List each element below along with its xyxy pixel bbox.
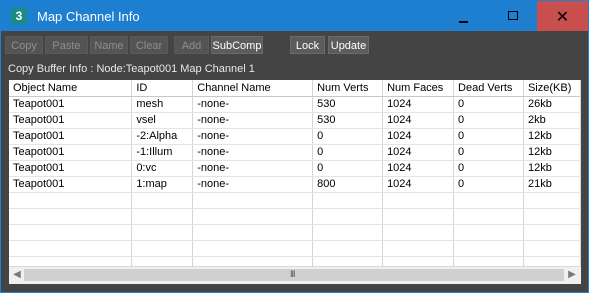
- cell: -1:Illum: [131, 144, 194, 161]
- empty-row: [9, 224, 581, 241]
- cell: Teapot001: [9, 144, 133, 161]
- scroll-thumb[interactable]: III: [24, 269, 564, 281]
- scroll-right-icon[interactable]: ▶: [566, 269, 578, 280]
- table-row[interactable]: Teapot001 0:vc -none- 0 1024 0 12kb: [9, 160, 581, 177]
- cell: 0: [312, 128, 384, 145]
- table-row[interactable]: Teapot001 mesh -none- 530 1024 0 26kb: [9, 96, 581, 113]
- cell: 21kb: [523, 176, 581, 193]
- cell: 12kb: [523, 144, 581, 161]
- cell: 12kb: [523, 160, 581, 177]
- cell: -2:Alpha: [131, 128, 194, 145]
- cell: 0: [453, 112, 524, 129]
- name-button[interactable]: Name: [90, 36, 128, 54]
- horizontal-scrollbar[interactable]: ◀ III ▶: [9, 266, 581, 284]
- cell: -none-: [192, 112, 314, 129]
- cell: 1024: [382, 160, 455, 177]
- cell: 0: [453, 176, 524, 193]
- cell: 0:vc: [131, 160, 194, 177]
- cell: 26kb: [523, 96, 581, 113]
- cell: Teapot001: [9, 176, 133, 193]
- column-header[interactable]: Object Name: [9, 80, 133, 97]
- column-header[interactable]: ID: [131, 80, 194, 97]
- add-button[interactable]: Add: [174, 36, 209, 54]
- cell: mesh: [131, 96, 194, 113]
- cell: Teapot001: [9, 128, 133, 145]
- cell: Teapot001: [9, 160, 133, 177]
- table-header-row: Object Name ID Channel Name Num Verts Nu…: [9, 80, 581, 97]
- cell: 1024: [382, 96, 455, 113]
- cell: 12kb: [523, 128, 581, 145]
- cell: 1024: [382, 144, 455, 161]
- cell: 1024: [382, 112, 455, 129]
- cell: -none-: [192, 128, 314, 145]
- app-icon: 3: [11, 8, 27, 24]
- maximize-icon: [508, 11, 518, 20]
- empty-row: [9, 240, 581, 257]
- cell: -none-: [192, 176, 314, 193]
- clear-button[interactable]: Clear: [130, 36, 168, 54]
- window-title: Map Channel Info: [37, 9, 140, 24]
- cell: 1:map: [131, 176, 194, 193]
- copy-button[interactable]: Copy: [5, 36, 43, 54]
- cell: 1024: [382, 176, 455, 193]
- cell: 530: [312, 96, 384, 113]
- cell: 0: [453, 96, 524, 113]
- column-header[interactable]: Dead Verts: [453, 80, 524, 97]
- close-button[interactable]: ✕: [537, 1, 588, 31]
- cell: 0: [453, 160, 524, 177]
- update-button[interactable]: Update: [328, 36, 369, 54]
- cell: Teapot001: [9, 96, 133, 113]
- close-icon: ✕: [555, 9, 570, 26]
- cell: 800: [312, 176, 384, 193]
- copy-buffer-info: Copy Buffer Info : Node:Teapot001 Map Ch…: [8, 63, 255, 75]
- empty-row: [9, 192, 581, 209]
- table-row[interactable]: Teapot001 vsel -none- 530 1024 0 2kb: [9, 112, 581, 129]
- cell: -none-: [192, 96, 314, 113]
- cell: Teapot001: [9, 112, 133, 129]
- cell: 0: [453, 144, 524, 161]
- column-header[interactable]: Num Faces: [382, 80, 455, 97]
- table-row[interactable]: Teapot001 1:map -none- 800 1024 0 21kb: [9, 176, 581, 193]
- title-bar[interactable]: 3 Map Channel Info ✕: [1, 1, 588, 31]
- column-header[interactable]: Num Verts: [312, 80, 384, 97]
- cell: vsel: [131, 112, 194, 129]
- scroll-left-icon[interactable]: ◀: [11, 269, 23, 280]
- column-header[interactable]: Size(KB): [523, 80, 581, 97]
- minimize-button[interactable]: [441, 1, 487, 31]
- cell: 0: [453, 128, 524, 145]
- empty-row: [9, 208, 581, 225]
- maximize-button[interactable]: [490, 1, 536, 31]
- channel-table[interactable]: Object Name ID Channel Name Num Verts Nu…: [9, 80, 581, 284]
- column-header[interactable]: Channel Name: [192, 80, 314, 97]
- lock-button[interactable]: Lock: [290, 36, 325, 54]
- cell: 2kb: [523, 112, 581, 129]
- app-icon-glyph: 3: [15, 9, 23, 23]
- cell: 530: [312, 112, 384, 129]
- toolbar: Copy Paste Name Clear Add SubComp Lock U…: [1, 31, 588, 61]
- table-row[interactable]: Teapot001 -1:Illum -none- 0 1024 0 12kb: [9, 144, 581, 161]
- minimize-icon: [459, 21, 468, 23]
- cell: -none-: [192, 160, 314, 177]
- cell: 0: [312, 160, 384, 177]
- table-row[interactable]: Teapot001 -2:Alpha -none- 0 1024 0 12kb: [9, 128, 581, 145]
- cell: -none-: [192, 144, 314, 161]
- grip-icon: III: [290, 269, 295, 279]
- cell: 1024: [382, 128, 455, 145]
- paste-button[interactable]: Paste: [45, 36, 88, 54]
- cell: 0: [312, 144, 384, 161]
- map-channel-info-window: 3 Map Channel Info ✕ Copy Paste Name Cle…: [0, 0, 589, 293]
- subcomp-button[interactable]: SubComp: [211, 36, 263, 54]
